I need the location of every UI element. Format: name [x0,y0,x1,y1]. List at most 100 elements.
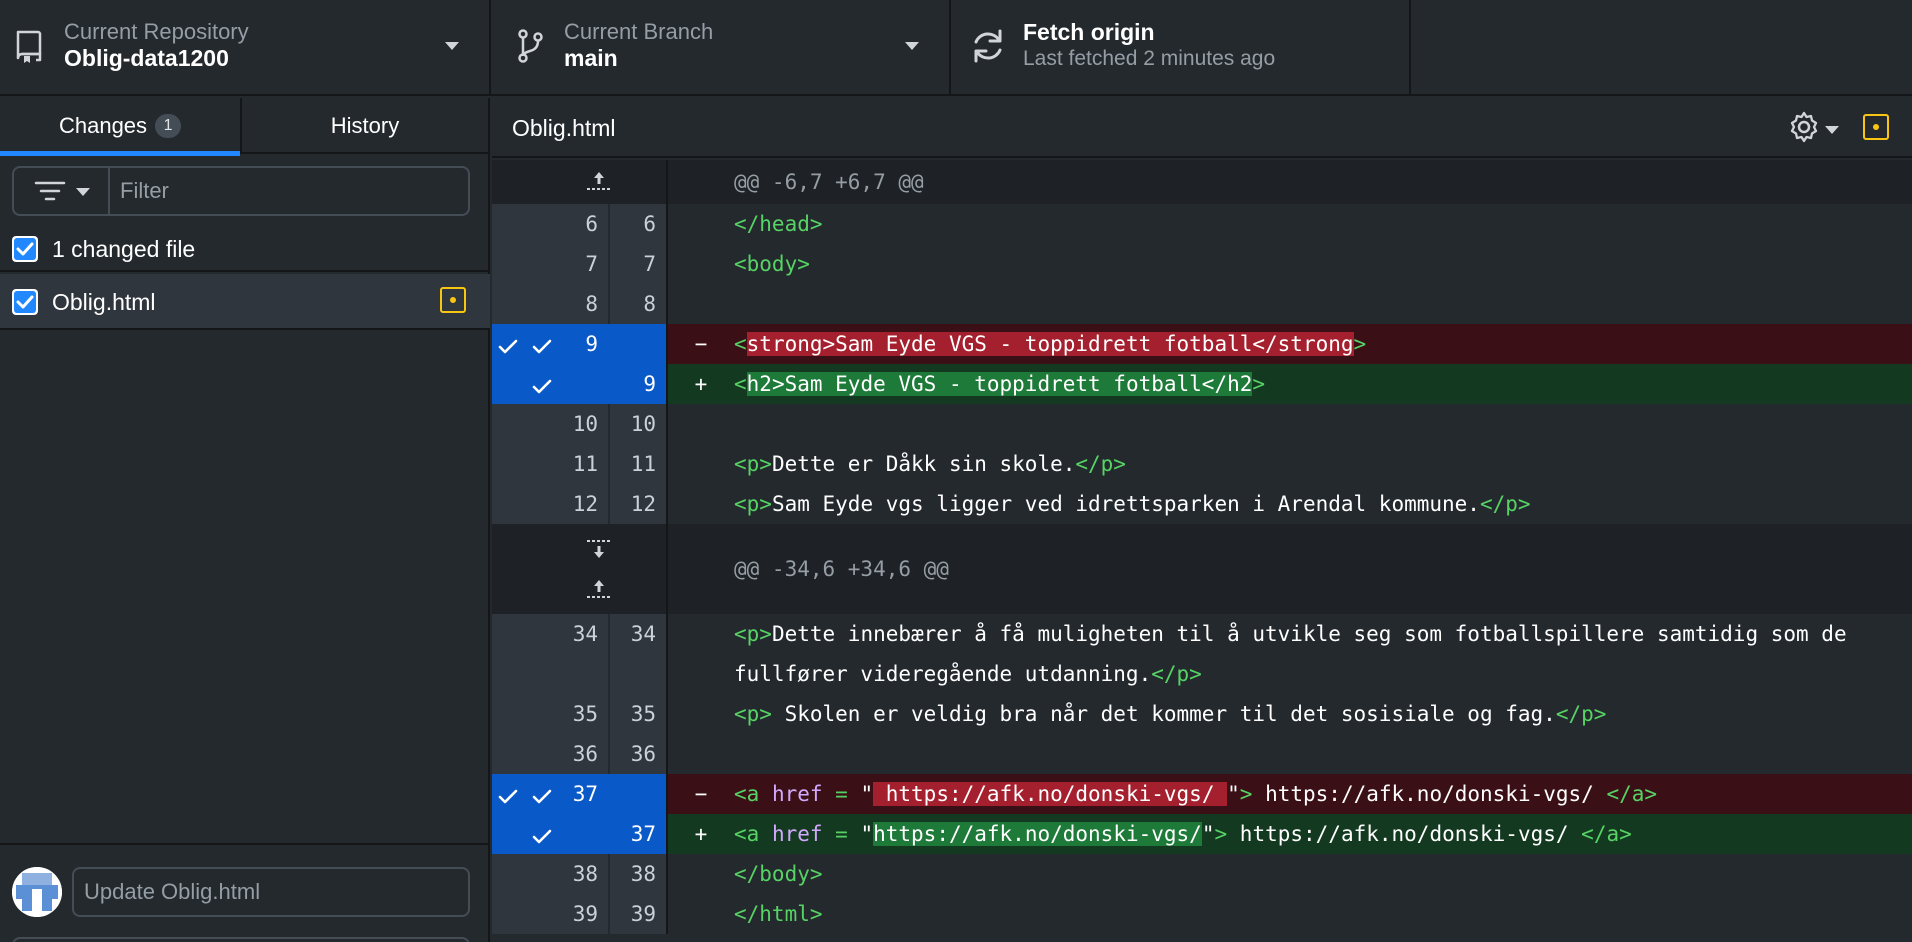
code-token: Dette innebærer å få muligheten til å ut… [734,622,1847,686]
line-selection-gutter [492,614,525,694]
fetch-origin-button[interactable]: Fetch origin Last fetched 2 minutes ago [951,0,1411,96]
new-line-number [610,774,666,814]
diff-line-added[interactable]: 9 + <h2>Sam Eyde VGS - toppidrett fotball<… [492,364,1912,404]
code-text: </body> [734,854,1904,894]
filter-options-button[interactable] [14,168,110,214]
sidebar: Changes 1 History 1 changed file Oblig.h… [0,98,490,942]
code-text: <p>Sam Eyde vgs ligger ved idrettsparken… [734,484,1904,524]
line-selection-gutter[interactable] [492,364,525,404]
chevron-down-icon[interactable] [1825,126,1839,134]
minus-icon: − [694,782,708,806]
repository-selector[interactable]: Current Repository Oblig-data1200 [0,0,491,96]
line-selection-gutter [492,854,525,894]
sidebar-tabs: Changes 1 History [0,98,488,156]
code-text: </head> [734,204,1904,244]
old-line-number: 10 [525,404,610,444]
diff-line-context: 10 10 [492,404,1912,444]
new-line-number: 11 [610,444,666,484]
line-selection-gutter [492,484,525,524]
diff-line-context: 38 38 </body> [492,854,1912,894]
new-line-number: 38 [610,854,666,894]
old-line-number: 7 [525,244,610,284]
file-checkbox[interactable] [12,289,38,315]
old-line-number: 34 [525,614,610,694]
new-line-number: 35 [610,694,666,734]
repository-label: Current Repository [64,19,249,44]
line-selection-gutter[interactable] [492,814,525,854]
checkmark-icon [532,336,552,360]
code-token: href [771,822,823,846]
diff-line-context: 35 35 <p> Skolen er veldig bra når det kom… [492,694,1912,734]
tab-changes-label: Changes [58,113,148,138]
code-token: <p> [734,452,772,476]
code-token: </p> [1555,702,1607,726]
new-line-number: 39 [610,894,666,934]
filter-input[interactable] [110,168,468,214]
commit-area [0,843,490,942]
file-modified-icon [1863,114,1889,140]
line-selection-gutter [492,284,525,324]
expand-up-icon[interactable] [585,170,613,192]
diff-file-name: Oblig.html [512,115,616,141]
diff-line-context: 34 34 <p>Dette innebærer å få muligheten t… [492,614,1912,694]
old-line-number: 39 [525,894,610,934]
branch-icon [518,29,543,63]
line-selection-gutter [492,894,525,934]
code-token: </a> [1606,782,1658,806]
code-text: <h2>Sam Eyde VGS - toppidrett fotball</h… [734,364,1904,404]
line-selection-gutter [492,694,525,734]
diff-line-context: 88 [492,284,1912,324]
select-all-checkbox[interactable] [12,236,38,262]
diff-line-context: 12 12 <p>Sam Eyde vgs ligger ved idrettspa… [492,484,1912,524]
code-token: </head> [734,212,823,236]
sync-icon [974,29,1002,63]
code-token: </p> [1075,452,1126,476]
code-token: strong>Sam Eyde VGS - toppidrett fotball… [746,332,1354,356]
hunk-header: @@ -34,6 +34,6 @@ [492,524,1912,614]
expand-up-icon[interactable] [585,578,613,600]
filter-bar [12,166,470,216]
code-token: < [734,372,747,396]
gear-icon[interactable] [1787,110,1821,144]
code-text: <p> Skolen er veldig bra når det kommer … [734,694,1904,734]
tab-history[interactable]: History [240,98,488,154]
expand-down-icon[interactable] [585,538,613,560]
code-token: href [771,782,823,806]
checkmark-icon [532,826,552,850]
branch-name: main [564,45,618,71]
diff-line-deleted[interactable]: 37− <a href = " https://afk.no/donski-vgs… [492,774,1912,814]
diff-line-deleted[interactable]: 9− <strong>Sam Eyde VGS - toppidrett fotb… [492,324,1912,364]
fetch-title: Fetch origin [1023,19,1155,45]
tab-changes[interactable]: Changes 1 [0,98,241,156]
chevron-down-icon [905,42,919,50]
commit-summary-input[interactable] [72,867,470,917]
select-all-row[interactable]: 1 changed file [0,226,490,272]
code-token: Dette er Dåkk sin skole. [771,452,1076,476]
branch-selector[interactable]: Current Branch main [491,0,951,96]
code-token: </p> [1479,492,1531,516]
code-token: <body> [734,252,810,276]
line-selection-gutter [492,444,525,484]
code-text: <strong>Sam Eyde VGS - toppidrett fotbal… [734,324,1904,364]
list-item[interactable]: Oblig.html [0,274,490,330]
code-token: " [860,822,874,846]
commit-description-field[interactable] [12,937,470,942]
changed-files-count: 1 changed file [52,236,196,262]
new-line-number: 7 [610,244,666,284]
code-token: = [822,782,861,806]
chevron-down-icon [445,42,459,50]
line-selection-gutter [492,404,525,444]
code-token: https://afk.no/donski-vgs/ [873,822,1202,846]
code-token: h2>Sam Eyde VGS - toppidrett fotball</h2 [746,372,1253,396]
new-line-number: 34 [610,614,666,694]
diff-line-context: 11 11 <p>Dette er Dåkk sin skole.</p> [492,444,1912,484]
new-line-number: 37 [610,814,666,854]
changes-count-badge: 1 [155,114,182,138]
plus-icon: + [694,372,708,396]
code-token: < [734,332,747,356]
code-text: </html> [734,894,1904,934]
code-token: </html> [734,902,823,926]
fetch-status: Last fetched 2 minutes ago [1023,47,1276,70]
old-line-number: 38 [525,854,610,894]
diff-line-added[interactable]: 37 + <a href = "https://afk.no/donski-vgs/… [492,814,1912,854]
